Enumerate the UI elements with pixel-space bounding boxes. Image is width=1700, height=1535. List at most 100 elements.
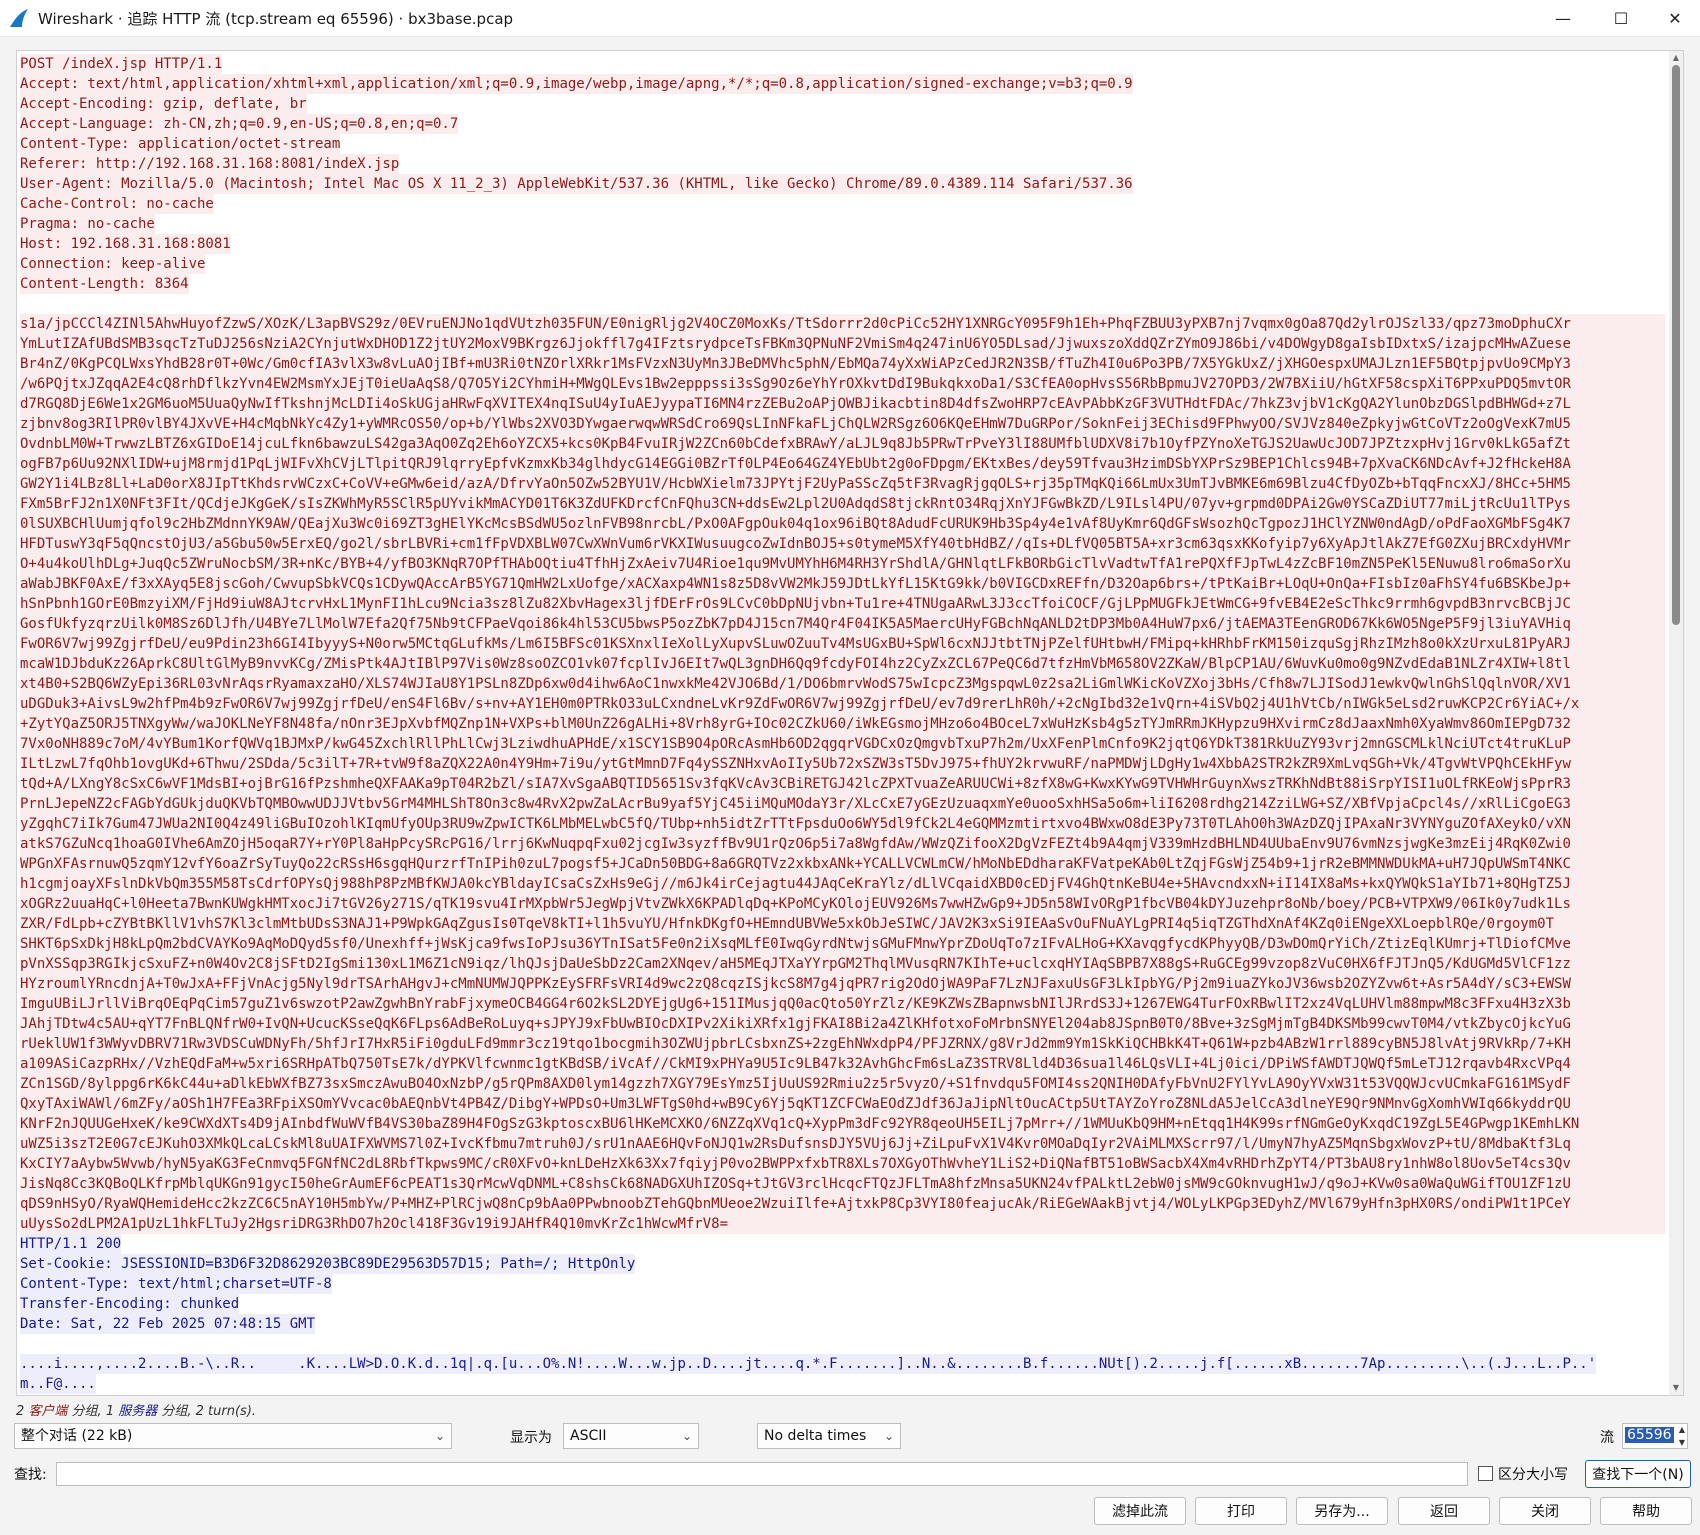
request-body-line: OvdnbLM0W+TrwwzLBTZ6xGIDoE14jcuLfkn6bawz… xyxy=(20,434,1665,454)
request-body-line: atkS7GZuNcq1hoaG0IVhe6AmZOjH5oqaR7Y+rY0P… xyxy=(20,834,1665,854)
show-as-select-value: ASCII xyxy=(570,1428,607,1444)
request-header-line: Content-Length: 8364 xyxy=(20,274,1669,294)
request-body-line: uWZ5i3szT2E0G7cEJKuhO3XMkQLcaLCskMl8uUAI… xyxy=(20,1134,1665,1154)
request-body-line: O+4u4koUlhDLg+JuqQc5ZWruNocbSM/3R+nKc/BY… xyxy=(20,554,1665,574)
request-body-line: SHKT6pSxDkjH8kLpQm2bdCVAYKo9AqMoDQyd5sf0… xyxy=(20,934,1665,954)
request-header-line: Host: 192.168.31.168:8081 xyxy=(20,234,1669,254)
request-header-line-text: Referer: http://192.168.31.168:8081/inde… xyxy=(20,154,400,174)
request-body-line: ogFB7p6Uu92NXlIDW+ujM8rmjd1PqLjWIFvXhCVj… xyxy=(20,454,1665,474)
request-body-line: QxyTAxiWAWl/6mZFy/aOSh1H7FEa3RFpiXSOmYVv… xyxy=(20,1094,1665,1114)
request-body-line: KNrF2nJQUUGeHxeK/ke9CWXdXTs4D9jAInbdfWuW… xyxy=(20,1114,1665,1134)
response-headers: HTTP/1.1 200 Set-Cookie: JSESSIONID=B3D6F… xyxy=(20,1234,1669,1334)
maximize-button[interactable]: ☐ xyxy=(1592,0,1650,36)
response-header-line-text: Content-Type: text/html;charset=UTF-8 xyxy=(20,1274,332,1294)
request-header-line: POST /indeX.jsp HTTP/1.1 xyxy=(20,54,1669,74)
response-header-line-text: Date: Sat, 22 Feb 2025 07:48:15 GMT xyxy=(20,1314,316,1334)
help-button[interactable]: 帮助 xyxy=(1600,1497,1692,1525)
scroll-down-icon[interactable]: ▼ xyxy=(1669,1381,1683,1395)
request-header-line: User-Agent: Mozilla/5.0 (Macintosh; Inte… xyxy=(20,174,1669,194)
request-body-line: zjbnv8og3RIlPR0vlBY4JXvVE+H4cMqbNkYc4Zy1… xyxy=(20,414,1665,434)
response-header-line: Content-Type: text/html;charset=UTF-8 xyxy=(20,1274,1669,1294)
conversation-select-value: 整个对话 (22 kB) xyxy=(21,1428,133,1444)
request-body-line: pVnXSSqp3RGIkjcSxuFZ+n0W4Ov2C8jSFtD2IgSm… xyxy=(20,954,1665,974)
request-header-line: Accept-Language: zh-CN,zh;q=0.9,en-US;q=… xyxy=(20,114,1669,134)
case-sensitive-label: 区分大小写 xyxy=(1498,1467,1568,1483)
filter-out-button[interactable]: 滤掉此流 xyxy=(1094,1497,1186,1525)
request-body-line: HFDTuswY3qF5qQncstOjU3/a5Gbu50w5ErxEQ/go… xyxy=(20,534,1665,554)
request-header-line: Referer: http://192.168.31.168:8081/inde… xyxy=(20,154,1669,174)
request-body-line: FXm5BrFJ2n1X0NFt3FIt/QCdjeJKgGeK/sIsZKWh… xyxy=(20,494,1665,514)
spin-up-icon[interactable]: ▲ xyxy=(1679,1425,1685,1434)
print-button[interactable]: 打印 xyxy=(1195,1497,1287,1525)
client-label: 客户端 xyxy=(28,1404,68,1419)
request-header-line: Accept-Encoding: gzip, deflate, br xyxy=(20,94,1669,114)
request-body-line: 0lSUXBCHlUumjqfol9c2HbZMdnnYK9AW/QEajXu3… xyxy=(20,514,1665,534)
request-header-line-text: Accept-Encoding: gzip, deflate, br xyxy=(20,94,307,114)
request-header-line-text: Cache-Control: no-cache xyxy=(20,194,214,214)
save-as-button[interactable]: 另存为... xyxy=(1296,1497,1388,1525)
vertical-scrollbar[interactable]: ▲ ▼ xyxy=(1669,51,1683,1395)
delta-select-value: No delta times xyxy=(764,1428,867,1444)
request-header-line-text: Accept-Language: zh-CN,zh;q=0.9,en-US;q=… xyxy=(20,114,459,134)
controls-row: 整个对话 (22 kB) ⌄ 显示为 ASCII ⌄ No delta time… xyxy=(0,1423,1700,1451)
request-body-line: tQd+A/LXngY8cSxC6wVF1MdsBI+ojBrG16fPzshm… xyxy=(20,774,1665,794)
find-input[interactable] xyxy=(56,1462,1468,1486)
request-body-line: mcaW1DJbduKz26AprkC8UltGlMyB9nvvKCg/ZMis… xyxy=(20,654,1665,674)
request-body: s1a/jpCCCl4ZINl5AhwHuyofZzwS/XOzK/L3apBV… xyxy=(20,314,1665,1234)
show-as-select[interactable]: ASCII ⌄ xyxy=(563,1423,699,1449)
title-bar: Wireshark · 追踪 HTTP 流 (tcp.stream eq 655… xyxy=(0,0,1700,37)
request-body-line: KxCIY7aAybw5Wvwb/hyN5yaKG3FeCnmvq5FGNfNC… xyxy=(20,1154,1665,1174)
request-body-line: ZXR/FdLpb+cZYBtBKllV1vhS7Kl3clmMtbUDsS3N… xyxy=(20,914,1665,934)
request-body-line: s1a/jpCCCl4ZINl5AhwHuyofZzwS/XOzK/L3apBV… xyxy=(20,314,1665,334)
request-body-line: 7Vx0oNH889c7oM/4vYBum1KorfQWVq1BJMxP/kwG… xyxy=(20,734,1665,754)
request-body-line: JisNq8Cc3KQBoQLKfrpMblqUKGn91gycI50heGrA… xyxy=(20,1174,1665,1194)
stats-suffix: 分组, 2 turn(s). xyxy=(157,1404,257,1419)
request-header-line-text: User-Agent: Mozilla/5.0 (Macintosh; Inte… xyxy=(20,174,1133,194)
response-header-line: Transfer-Encoding: chunked xyxy=(20,1294,1669,1314)
close-window-button[interactable]: ✕ xyxy=(1646,0,1700,36)
stream-content-pane[interactable]: POST /indeX.jsp HTTP/1.1 Accept: text/htm… xyxy=(16,50,1684,1396)
request-body-line: aWabJBKF0AxE/f3xXAyq5E8jscGoh/CwvupSbkVC… xyxy=(20,574,1665,594)
request-header-line-text: Content-Length: 8364 xyxy=(20,274,189,294)
stream-text[interactable]: POST /indeX.jsp HTTP/1.1 Accept: text/htm… xyxy=(17,51,1669,1395)
request-body-line: WPGnXFAsrnuwQ5zqmY12vfY6oaZrSyTuyQo22cRS… xyxy=(20,854,1665,874)
request-header-line: Pragma: no-cache xyxy=(20,214,1669,234)
request-body-line: ZCn1SGD/8ylppg6rK6kC44u+aDlkEbWXfBZ73sxS… xyxy=(20,1074,1665,1094)
spin-down-icon[interactable]: ▼ xyxy=(1679,1438,1685,1447)
request-body-line: +ZytYQaZ5ORJ5TNXgyWw/waJOKLNeYF8N48fa/nO… xyxy=(20,714,1665,734)
request-body-line: uDGDuk3+AivsL9w2hfPm4b9zFwOR6V7wj99Zgjrf… xyxy=(20,694,1665,714)
case-sensitive-checkbox[interactable] xyxy=(1478,1466,1493,1481)
scrollbar-thumb[interactable] xyxy=(1672,65,1680,625)
server-label: 服务器 xyxy=(118,1404,158,1419)
request-body-line: qDS9nHSyO/RyaWQHemideHcc2kzZC6C5nAY10H5m… xyxy=(20,1194,1665,1214)
stream-number-spinbox[interactable]: 65596 ▲ ▼ xyxy=(1622,1423,1688,1449)
delta-times-select[interactable]: No delta times ⌄ xyxy=(757,1423,901,1449)
stream-label: 流 xyxy=(1600,1430,1614,1446)
response-body-line-text: m..F@.... xyxy=(20,1374,96,1394)
scroll-up-icon[interactable]: ▲ xyxy=(1669,51,1683,65)
request-body-line: xOGRz2uuaHqC+l0Heeta7BwnKUWgkHMTxocJi7tG… xyxy=(20,894,1665,914)
request-header-line: Content-Type: application/octet-stream xyxy=(20,134,1669,154)
minimize-button[interactable]: — xyxy=(1534,0,1592,36)
request-header-line: Cache-Control: no-cache xyxy=(20,194,1669,214)
conversation-select[interactable]: 整个对话 (22 kB) ⌄ xyxy=(14,1423,452,1449)
find-next-button[interactable]: 查找下一个(N) xyxy=(1585,1460,1691,1488)
stats-mid: 分组, 1 xyxy=(67,1404,119,1419)
request-body-line: FwOR6V7wj99ZgjrfDeU/eu9Pdin23h6GI4IbyyyS… xyxy=(20,634,1665,654)
show-as-label: 显示为 xyxy=(510,1430,552,1446)
close-button[interactable]: 关闭 xyxy=(1499,1497,1591,1525)
request-body-line: GW2Y1i4LBz8Ll+LaD0orX8JIpTtKhdsrvWCzxC+C… xyxy=(20,474,1665,494)
request-body-line: PrnLJepeNZ2cFAGbYdGUkjduQKVbTQMBOwwUDJJV… xyxy=(20,794,1665,814)
request-body-line: ILtLzwL7fqOhb1ovgUKd+6Thwu/2SDda/5c3ilT+… xyxy=(20,754,1665,774)
request-body-line: a109ASiCazpRHx//VzhEQdFaM+w5xri6SRHpATbQ… xyxy=(20,1054,1665,1074)
request-body-line: /w6PQjtxJZqqA2E4cQ8rhDflkzYvn4EW2MsmYxJE… xyxy=(20,374,1665,394)
chevron-down-icon: ⌄ xyxy=(434,1429,445,1443)
response-header-line-text: Transfer-Encoding: chunked xyxy=(20,1294,240,1314)
stream-number-value[interactable]: 65596 xyxy=(1625,1427,1674,1443)
request-header-line-text: Host: 192.168.31.168:8081 xyxy=(20,234,231,254)
find-label: 查找: xyxy=(14,1467,47,1483)
response-body-line: m..F@.... xyxy=(20,1374,1669,1394)
back-button[interactable]: 返回 xyxy=(1398,1497,1490,1525)
button-row: 滤掉此流 打印 另存为... 返回 关闭 帮助 xyxy=(0,1497,1700,1527)
request-headers: POST /indeX.jsp HTTP/1.1 Accept: text/htm… xyxy=(20,54,1669,294)
